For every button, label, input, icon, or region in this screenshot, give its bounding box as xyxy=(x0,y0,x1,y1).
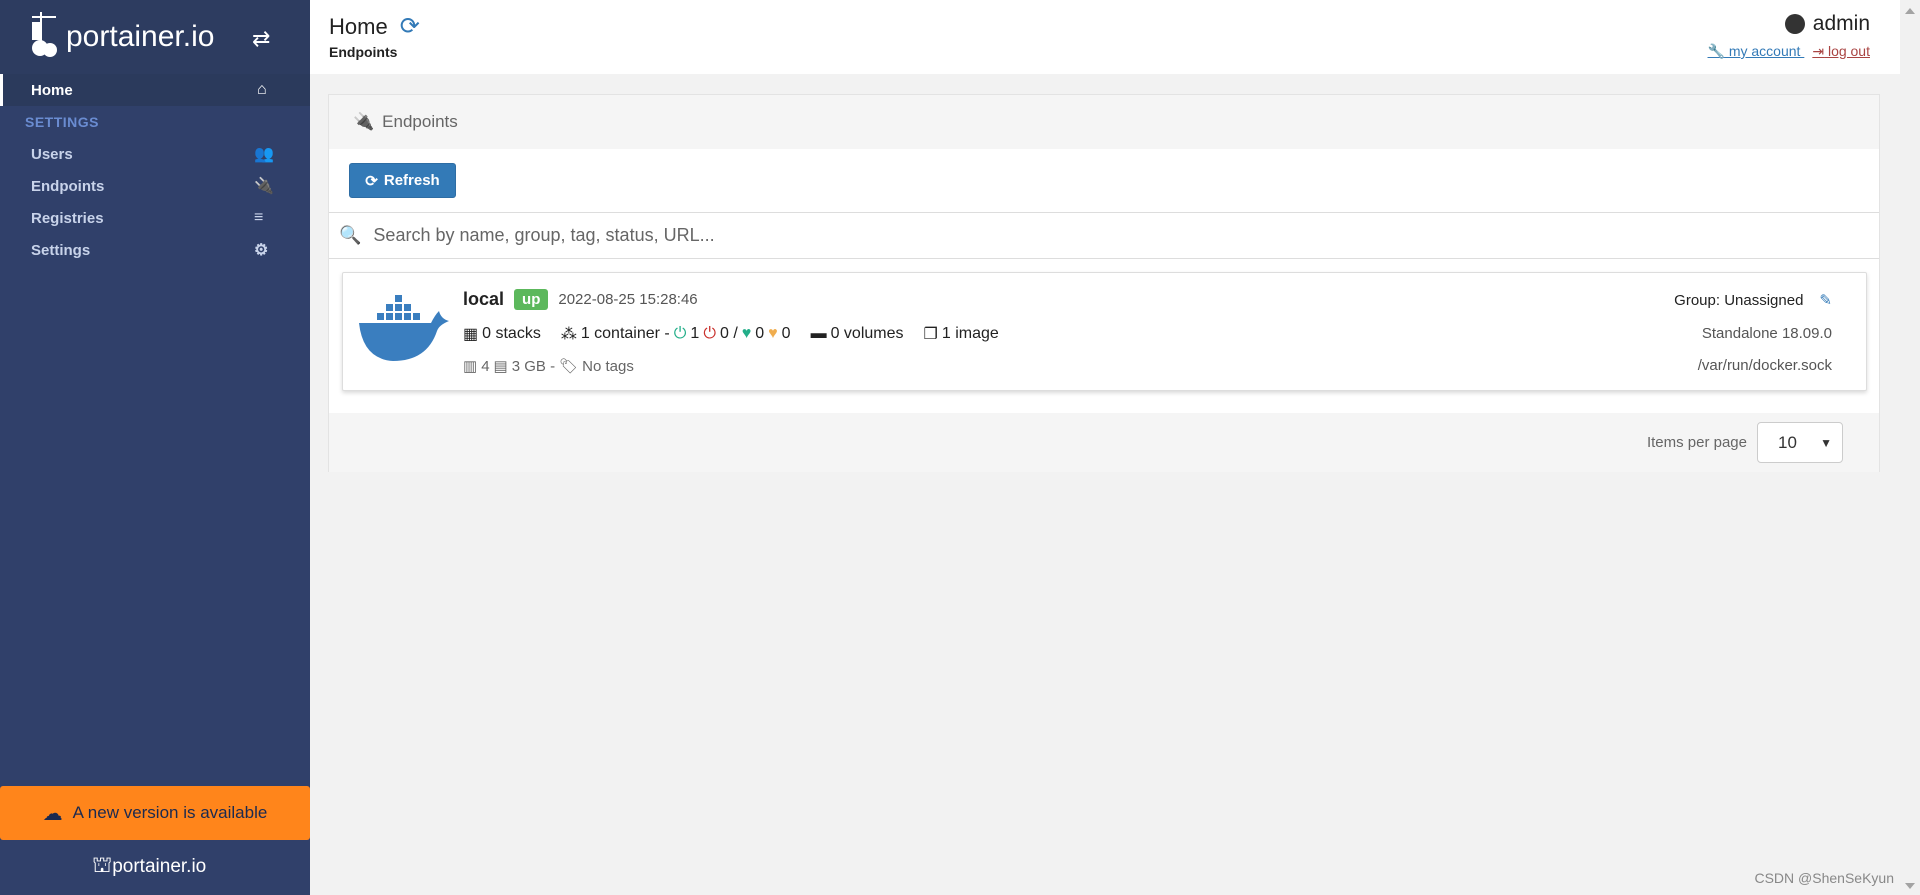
cubes-icon: ⁂ xyxy=(560,326,577,343)
endpoint-url: /var/run/docker.sock xyxy=(1697,357,1832,374)
tags-icon: 🏷 xyxy=(559,358,579,375)
refresh-icon[interactable]: ⟳ xyxy=(400,12,420,41)
cloud-download-icon: ☁ xyxy=(42,802,63,825)
refresh-button[interactable]: ⟳ Refresh xyxy=(349,163,456,198)
heartbeat-healthy-icon: ♥ xyxy=(741,325,752,342)
endpoint-card[interactable]: local up 2022-08-25 15:28:46 ▦ 0 stacks ⁂ 1 … xyxy=(342,272,1867,391)
stacks-icon: ▦ xyxy=(463,326,479,343)
footer-brand: portainer.io xyxy=(112,855,207,877)
cpu-icon: ▥ xyxy=(463,358,478,375)
sidebar: portainer.io ⇄ Home ⌂ SETTINGS Users 👥 En… xyxy=(0,0,310,895)
scroll-up-icon[interactable] xyxy=(1905,8,1915,14)
sidebar-item-label: Home xyxy=(31,81,73,99)
images-count: 1 image xyxy=(941,325,999,342)
tags: No tags xyxy=(582,357,634,375)
page-header: Home ⟳ Endpoints admin 🔧 my account ⇥ log… xyxy=(310,0,1900,74)
refresh-icon: ⟳ xyxy=(365,172,378,190)
running-count: 1 xyxy=(690,325,700,342)
items-per-page-select[interactable]: 10 ▼ xyxy=(1757,422,1843,463)
log-out-label: log out xyxy=(1824,43,1870,59)
sidebar-item-label: Registries xyxy=(31,209,104,227)
footer-logo: ⛫ portainer.io xyxy=(92,852,206,881)
portainer-logo[interactable]: portainer.io xyxy=(30,10,214,60)
items-per-page-value: 10 xyxy=(1778,432,1797,452)
plug-icon: 🔌 xyxy=(254,178,274,195)
portainer-logo-icon: ⛫ xyxy=(92,852,113,877)
sidebar-item-endpoints[interactable]: Endpoints 🔌 xyxy=(0,170,310,202)
breadcrumb: Endpoints xyxy=(329,44,398,60)
sidebar-item-registries[interactable]: Registries ≡ xyxy=(0,202,310,234)
username: admin xyxy=(1812,12,1870,35)
cogs-icon: ⚙ xyxy=(254,242,269,259)
unhealthy-count: 0 xyxy=(781,325,791,342)
my-account-link[interactable]: 🔧 my account xyxy=(1708,43,1805,59)
endpoint-name: local xyxy=(463,289,505,309)
search-icon: 🔍 xyxy=(339,225,362,245)
edit-pencil-icon[interactable]: ✎ xyxy=(1819,292,1832,309)
sidebar-item-label: Users xyxy=(31,145,73,163)
status-badge: up xyxy=(514,289,549,310)
database-icon: ≡ xyxy=(254,209,264,226)
containers-count: 1 container - xyxy=(580,325,670,342)
heartbeat-unhealthy-icon: ♥ xyxy=(768,325,778,342)
sidebar-item-label: Endpoints xyxy=(31,177,105,195)
power-running-icon: ⏻ xyxy=(673,325,687,342)
scrollbar[interactable] xyxy=(1900,0,1920,895)
portainer-logo-icon xyxy=(32,12,57,57)
stacks-count: 0 stacks xyxy=(482,325,541,342)
clone-icon: ❐ xyxy=(923,326,938,343)
scroll-down-icon[interactable] xyxy=(1905,883,1915,889)
search-input[interactable] xyxy=(373,225,1879,246)
toggle-sidebar-icon[interactable]: ⇄ xyxy=(252,26,270,52)
sidebar-item-label: Settings xyxy=(31,241,91,259)
update-banner[interactable]: ☁ A new version is available xyxy=(0,786,310,840)
user-info: admin xyxy=(1784,12,1870,36)
endpoint-timestamp: 2022-08-25 15:28:46 xyxy=(558,291,698,308)
power-stopped-icon: ⏻ xyxy=(703,325,716,342)
hdd-icon: ▬ xyxy=(810,325,827,342)
watermark: CSDN @ShenSeKyun xyxy=(1754,870,1894,886)
log-out-link[interactable]: ⇥ log out xyxy=(1812,43,1870,59)
memory-size: 3 GB - xyxy=(511,357,556,375)
refresh-label: Refresh xyxy=(383,172,440,189)
memory-icon: ▤ xyxy=(493,358,508,375)
users-icon: 👥 xyxy=(254,146,274,163)
brand-name: portainer.io xyxy=(66,20,215,53)
endpoint-group: Group: Unassigned xyxy=(1674,292,1804,309)
items-per-page-label: Items per page xyxy=(1646,434,1747,451)
page-title: Home xyxy=(329,13,388,39)
user-circle-icon xyxy=(1784,14,1805,34)
panel-title: Endpoints xyxy=(382,112,458,131)
docker-icon xyxy=(359,295,449,361)
update-banner-text: A new version is available xyxy=(72,803,268,822)
endpoints-panel: 🔌 Endpoints ⟳ Refresh 🔍 localup 2022-08-25 … xyxy=(328,94,1880,472)
plug-icon: 🔌 xyxy=(353,112,375,131)
sidebar-item-settings[interactable]: Settings ⚙ xyxy=(0,234,310,266)
sidebar-item-users[interactable]: Users 👥 xyxy=(0,138,310,170)
wrench-icon: 🔧 xyxy=(1707,43,1725,59)
volumes-count: 0 volumes xyxy=(830,325,904,342)
healthy-count: 0 xyxy=(755,325,765,342)
endpoint-engine: Standalone 18.09.0 xyxy=(1701,325,1832,342)
home-icon: ⌂ xyxy=(257,81,267,98)
stopped-count: 0 / xyxy=(719,325,738,342)
sign-out-icon: ⇥ xyxy=(1812,43,1825,59)
settings-section-title: SETTINGS xyxy=(25,114,100,130)
my-account-label: my account xyxy=(1724,43,1805,59)
cpu-count: 4 xyxy=(481,357,490,375)
chevron-down-icon: ▼ xyxy=(1820,435,1832,450)
sidebar-item-home[interactable]: Home ⌂ xyxy=(0,74,310,106)
